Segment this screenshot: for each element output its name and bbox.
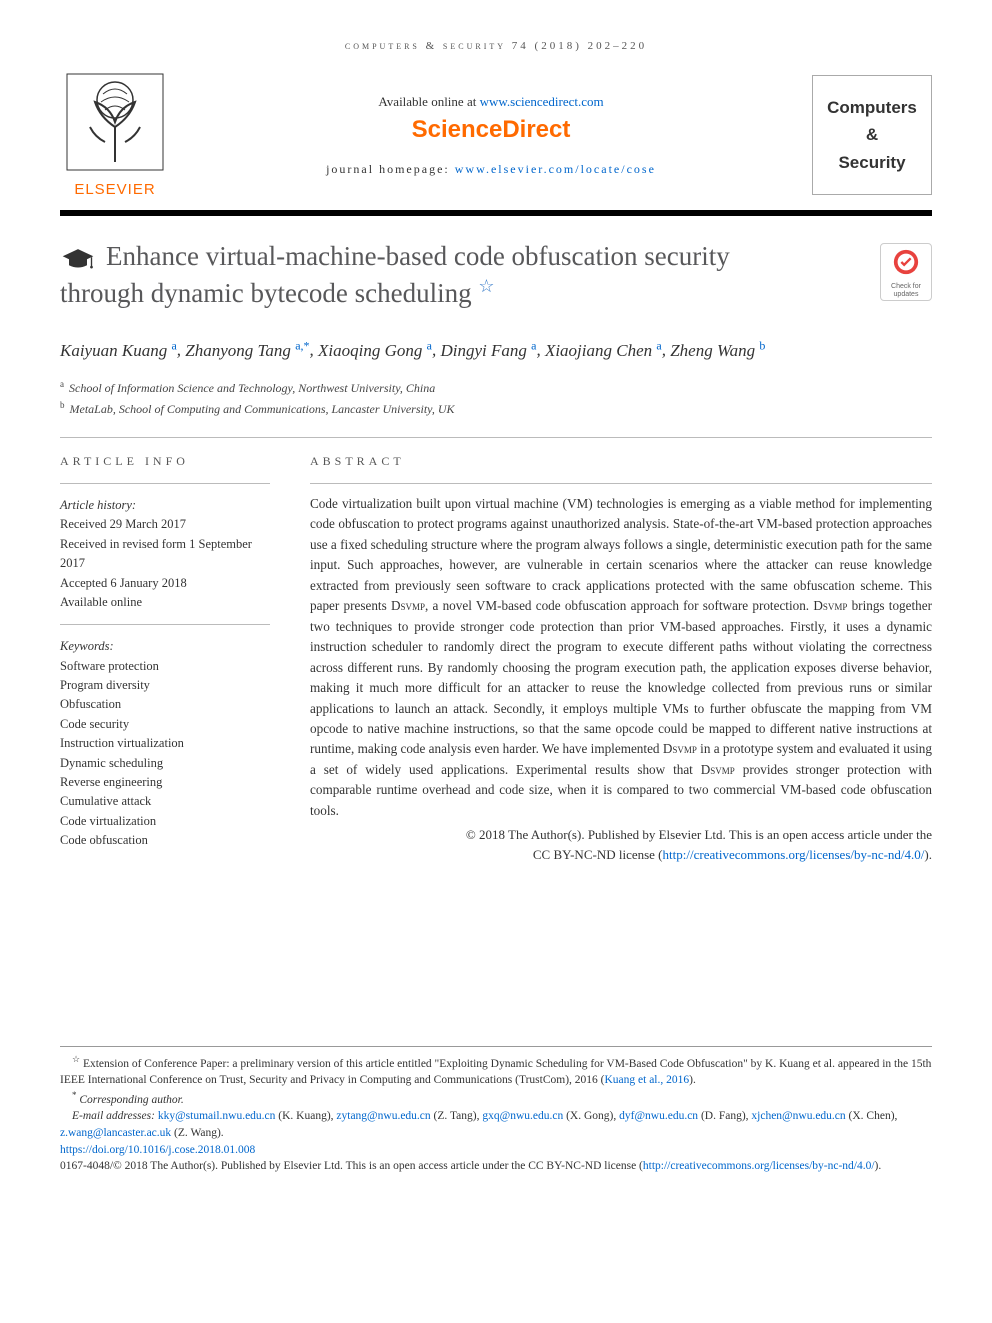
graduation-cap-icon xyxy=(60,245,96,273)
content-grid: ARTICLE INFO Article history: Received 2… xyxy=(60,452,932,865)
author: Zhanyong Tang a,* xyxy=(185,341,309,360)
journal-homepage-link[interactable]: www.elsevier.com/locate/cose xyxy=(455,162,656,176)
sciencedirect-link[interactable]: www.sciencedirect.com xyxy=(480,94,604,109)
keyword: Code obfuscation xyxy=(60,831,270,850)
homepage-prefix: journal homepage: xyxy=(326,162,455,176)
author: Zheng Wang b xyxy=(670,341,765,360)
copyright-line2-suffix: ). xyxy=(924,847,932,862)
masthead-center: Available online at www.sciencedirect.co… xyxy=(170,94,812,177)
author: Kaiyuan Kuang a xyxy=(60,341,177,360)
keyword: Code virtualization xyxy=(60,812,270,831)
title-section: Check for updates Enhance virtual-machin… xyxy=(60,238,932,312)
email-link[interactable]: xjchen@nwu.edu.cn xyxy=(751,1110,845,1122)
email-link[interactable]: gxq@nwu.edu.cn xyxy=(482,1110,563,1122)
keyword: Instruction virtualization xyxy=(60,734,270,753)
doi-link[interactable]: https://doi.org/10.1016/j.cose.2018.01.0… xyxy=(60,1144,255,1156)
email-link[interactable]: kky@stumail.nwu.edu.cn xyxy=(158,1110,276,1122)
email-link[interactable]: zytang@nwu.edu.cn xyxy=(336,1110,430,1122)
author-list: Kaiyuan Kuang a, Zhanyong Tang a,*, Xiao… xyxy=(60,336,932,363)
history-head: Article history: xyxy=(60,496,270,515)
history-received: Received 29 March 2017 xyxy=(60,515,270,534)
journal-title-line3: Security xyxy=(821,149,923,176)
journal-homepage-line: journal homepage: www.elsevier.com/locat… xyxy=(190,162,792,177)
citation-link[interactable]: Kuang et al., 2016 xyxy=(604,1074,689,1086)
sciencedirect-logo: ScienceDirect xyxy=(190,116,792,144)
keyword: Dynamic scheduling xyxy=(60,754,270,773)
copyright-block: © 2018 The Author(s). Published by Elsev… xyxy=(310,825,932,865)
author: Dingyi Fang a xyxy=(440,341,536,360)
elsevier-tree-icon xyxy=(65,72,165,172)
affiliations: a School of Information Science and Tech… xyxy=(60,377,932,419)
crossmark-icon xyxy=(892,248,920,276)
title-footnote-star: ☆ xyxy=(478,276,494,296)
email-link[interactable]: z.wang@lancaster.ac.uk xyxy=(60,1127,171,1139)
article-info-label: ARTICLE INFO xyxy=(60,452,270,471)
issn-license-link[interactable]: http://creativecommons.org/licenses/by-n… xyxy=(643,1160,875,1172)
copyright-line1: © 2018 The Author(s). Published by Elsev… xyxy=(466,827,932,842)
publisher-logo-block: ELSEVIER xyxy=(60,72,170,198)
author: Xiaoqing Gong a xyxy=(318,341,432,360)
keyword: Software protection xyxy=(60,657,270,676)
check-updates-text: Check for updates xyxy=(883,283,929,298)
license-link[interactable]: http://creativecommons.org/licenses/by-n… xyxy=(663,847,925,862)
author: Xiaojiang Chen a xyxy=(545,341,662,360)
title-text: Enhance virtual-machine-based code obfus… xyxy=(60,241,730,308)
check-for-updates-badge[interactable]: Check for updates xyxy=(880,243,932,301)
keywords-head: Keywords: xyxy=(60,637,270,656)
footnote-doi: https://doi.org/10.1016/j.cose.2018.01.0… xyxy=(60,1142,932,1159)
journal-title-line2: & xyxy=(821,121,923,148)
history-online: Available online xyxy=(60,593,270,612)
journal-cover: Computers & Security xyxy=(812,75,932,195)
footnote-extension: ☆ Extension of Conference Paper: a preli… xyxy=(60,1053,932,1089)
keyword: Code security xyxy=(60,715,270,734)
keyword: Cumulative attack xyxy=(60,792,270,811)
affiliation-a: a School of Information Science and Tech… xyxy=(60,377,932,398)
article-info-column: ARTICLE INFO Article history: Received 2… xyxy=(60,452,270,865)
affiliation-b: b MetaLab, School of Computing and Commu… xyxy=(60,398,932,419)
available-online-line: Available online at www.sciencedirect.co… xyxy=(190,94,792,110)
keyword: Obfuscation xyxy=(60,695,270,714)
keyword: Program diversity xyxy=(60,676,270,695)
history-revised: Received in revised form 1 September 201… xyxy=(60,535,270,574)
footnotes: ☆ Extension of Conference Paper: a preli… xyxy=(60,1046,932,1175)
footnote-issn: 0167-4048/© 2018 The Author(s). Publishe… xyxy=(60,1158,932,1175)
keyword: Reverse engineering xyxy=(60,773,270,792)
journal-title-line1: Computers xyxy=(821,94,923,121)
footnote-corresponding: * Corresponding author. xyxy=(60,1089,932,1109)
running-header: computers & security 74 (2018) 202–220 xyxy=(60,40,932,52)
available-prefix: Available online at xyxy=(378,94,479,109)
abstract-column: ABSTRACT Code virtualization built upon … xyxy=(310,452,932,865)
footnote-emails: E-mail addresses: kky@stumail.nwu.edu.cn… xyxy=(60,1108,932,1141)
email-link[interactable]: dyf@nwu.edu.cn xyxy=(619,1110,698,1122)
divider xyxy=(60,437,932,438)
abstract-text: Code virtualization built upon virtual m… xyxy=(310,494,932,821)
history-accepted: Accepted 6 January 2018 xyxy=(60,574,270,593)
copyright-line2-prefix: CC BY-NC-ND license ( xyxy=(533,847,663,862)
elsevier-wordmark: ELSEVIER xyxy=(60,181,170,198)
paper-title: Enhance virtual-machine-based code obfus… xyxy=(60,238,820,312)
abstract-label: ABSTRACT xyxy=(310,452,932,471)
masthead: ELSEVIER Available online at www.science… xyxy=(60,72,932,216)
